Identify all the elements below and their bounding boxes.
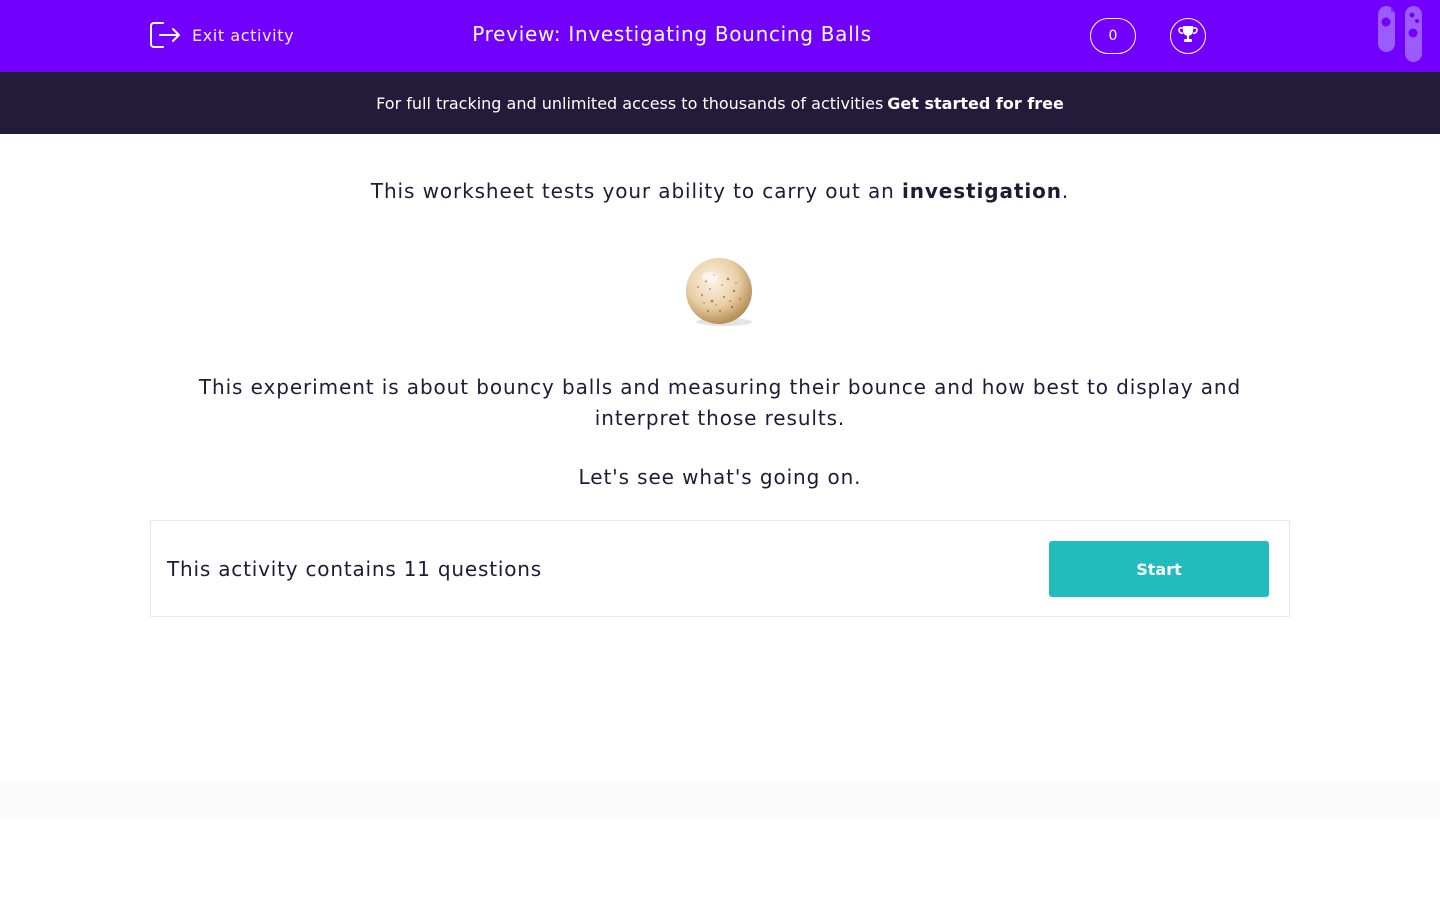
- trophy-icon: [1177, 23, 1199, 49]
- intro-bold: investigation: [901, 179, 1062, 203]
- intro-prefix: This worksheet tests your ability to car…: [370, 179, 902, 203]
- promo-text: For full tracking and unlimited access t…: [376, 93, 884, 113]
- activity-card: This activity contains 11 questions Star…: [150, 520, 1290, 617]
- score-counter: 0: [1090, 18, 1136, 54]
- score-value: 0: [1108, 28, 1118, 44]
- footer-strip: [0, 781, 1440, 819]
- bouncy-ball-image: [684, 257, 758, 329]
- trophy-button[interactable]: [1170, 18, 1206, 54]
- promo-banner: For full tracking and unlimited access t…: [0, 72, 1440, 134]
- test-tubes-icon: [1376, 5, 1426, 63]
- page-title: Preview: Investigating Bouncing Balls: [472, 22, 872, 46]
- question-count-text: This activity contains 11 questions: [167, 557, 542, 581]
- top-bar: Exit activity Preview: Investigating Bou…: [0, 0, 1440, 72]
- start-button[interactable]: Start: [1049, 541, 1269, 597]
- intro-text: This worksheet tests your ability to car…: [0, 179, 1440, 203]
- intro-suffix: .: [1061, 179, 1070, 203]
- get-started-link[interactable]: Get started for free: [887, 94, 1064, 113]
- lets-see-text: Let's see what's going on.: [578, 465, 862, 489]
- description-text: This experiment is about bouncy balls an…: [198, 375, 1242, 430]
